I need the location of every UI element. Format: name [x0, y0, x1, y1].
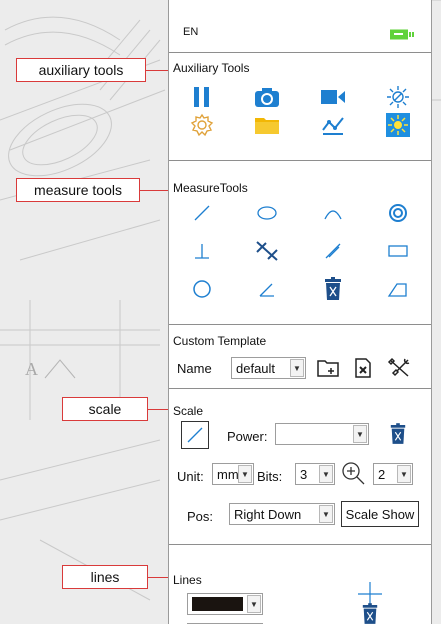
template-name-label: Name — [177, 361, 212, 376]
template-name-select[interactable]: default ▼ — [231, 357, 306, 379]
circle-icon[interactable] — [169, 275, 235, 303]
custom-template-section: Custom Template Name default ▼ — [169, 324, 431, 388]
measure-tools-grid — [169, 199, 431, 303]
parallel-lines-icon[interactable] — [235, 237, 301, 265]
unit-select[interactable]: mm ▼ — [212, 463, 254, 485]
auxiliary-tools-title: Auxiliary Tools — [173, 61, 250, 75]
auxiliary-tools-section: Auxiliary Tools — [169, 52, 431, 160]
callout-connector — [148, 409, 170, 410]
concentric-circle-icon[interactable] — [366, 199, 432, 227]
chevron-down-icon: ▼ — [353, 425, 367, 443]
callout-measure-tools: measure tools — [16, 178, 140, 202]
position-value: Right Down — [234, 506, 302, 522]
brightness-icon[interactable] — [366, 83, 432, 111]
unit-label: Unit: — [177, 469, 204, 484]
delete-lines-icon[interactable] — [359, 603, 381, 624]
chevron-down-icon: ▼ — [238, 465, 252, 483]
callout-scale: scale — [62, 397, 148, 421]
sun-highlight-icon[interactable] — [366, 111, 432, 139]
tool-panel: EN Auxiliary Tools MeasureTools Custom T… — [168, 0, 432, 624]
delete-template-icon[interactable] — [351, 356, 375, 380]
lines-title: Lines — [173, 573, 202, 587]
scale-show-button[interactable]: Scale Show — [341, 501, 419, 527]
ellipse-icon[interactable] — [235, 199, 301, 227]
battery-icon — [390, 29, 414, 40]
scale-section: Scale Power: ▼ Unit: mm ▼ Bits: 3 ▼ 2 ▼ … — [169, 388, 431, 544]
settings-gear-icon[interactable] — [169, 111, 235, 139]
parallel-icon[interactable] — [300, 237, 366, 265]
folder-icon[interactable] — [235, 111, 301, 139]
position-select[interactable]: Right Down ▼ — [229, 503, 335, 525]
bits-value: 3 — [300, 466, 308, 482]
rectangle-icon[interactable] — [366, 237, 432, 265]
auxiliary-tools-grid — [169, 83, 431, 139]
polygon-icon[interactable] — [366, 275, 432, 303]
measure-tools-section: MeasureTools — [169, 160, 431, 324]
line-color-swatch — [192, 597, 243, 611]
video-camera-icon[interactable] — [300, 83, 366, 111]
new-template-icon[interactable] — [316, 356, 340, 380]
template-name-value: default — [236, 360, 276, 376]
arc-icon[interactable] — [300, 199, 366, 227]
scale-title: Scale — [173, 404, 204, 418]
measure-tools-title: MeasureTools — [173, 181, 248, 195]
lines-section: Lines ▼ 1 ▼ — [169, 544, 431, 624]
scale-line-button[interactable] — [181, 421, 209, 449]
tools-settings-icon[interactable] — [386, 356, 412, 380]
pos-label: Pos: — [187, 509, 214, 524]
chevron-down-icon: ▼ — [247, 595, 261, 613]
unit-value: mm — [217, 466, 238, 482]
chevron-down-icon: ▼ — [319, 505, 333, 523]
power-label: Power: — [227, 429, 268, 444]
power-select[interactable]: ▼ — [275, 423, 369, 445]
camera-icon[interactable] — [235, 83, 301, 111]
language-label[interactable]: EN — [183, 26, 198, 38]
bits-label: Bits: — [257, 469, 283, 484]
zoom-in-icon[interactable] — [339, 459, 367, 487]
callout-connector — [140, 190, 170, 191]
line-icon[interactable] — [169, 199, 235, 227]
custom-template-title: Custom Template — [173, 334, 267, 348]
angle-icon[interactable] — [235, 275, 301, 303]
callout-auxiliary-tools: auxiliary tools — [16, 58, 146, 82]
line-color-select[interactable]: ▼ — [187, 593, 263, 615]
delete-icon[interactable] — [300, 275, 366, 303]
svg-text:A: A — [25, 359, 38, 379]
zoom-value: 2 — [378, 466, 386, 482]
zoom-select[interactable]: 2 ▼ — [373, 463, 413, 485]
callout-lines: lines — [62, 565, 148, 589]
perpendicular-icon[interactable] — [169, 237, 235, 265]
chevron-down-icon: ▼ — [290, 359, 304, 377]
curve-icon[interactable] — [300, 111, 366, 139]
callout-connector — [146, 70, 170, 71]
chevron-down-icon: ▼ — [397, 465, 411, 483]
pause-icon[interactable] — [169, 83, 235, 111]
delete-scale-icon[interactable] — [387, 422, 409, 446]
chevron-down-icon: ▼ — [319, 465, 333, 483]
callout-connector — [148, 577, 170, 578]
bits-select[interactable]: 3 ▼ — [295, 463, 335, 485]
